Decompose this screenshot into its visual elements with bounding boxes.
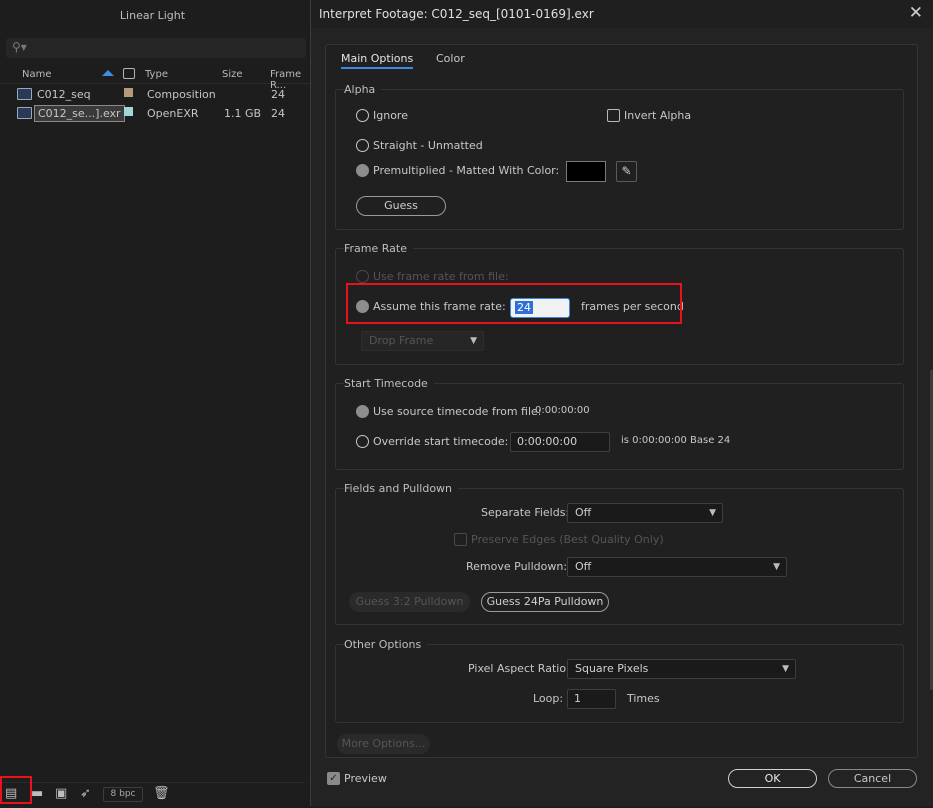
guess-button[interactable]: Guess xyxy=(356,196,446,216)
preview-label: Preview xyxy=(344,772,387,785)
cancel-button[interactable]: Cancel xyxy=(828,769,917,788)
use-source-timecode-label: Use source timecode from file: xyxy=(373,405,542,418)
item-size: 1.1 GB xyxy=(224,107,262,120)
chevron-down-icon: ▼ xyxy=(470,336,477,346)
pixel-aspect-ratio-label: Pixel Aspect Ratio: xyxy=(468,662,570,675)
label-tag-icon[interactable] xyxy=(123,68,135,79)
fields-pulldown-label: Fields and Pulldown xyxy=(344,482,459,495)
invert-alpha-label: Invert Alpha xyxy=(624,109,692,122)
dialog-title: Interpret Footage: C012_seq_[0101-0169].… xyxy=(319,7,594,21)
column-name[interactable]: Name xyxy=(22,69,52,80)
project-item-row[interactable]: C012_seq Composition 24 xyxy=(0,85,310,104)
ok-button[interactable]: OK xyxy=(728,769,817,788)
column-size[interactable]: Size xyxy=(222,69,243,80)
new-folder-icon[interactable]: ▬ xyxy=(31,786,43,801)
source-timecode-value: 0:00:00:00 xyxy=(535,405,590,416)
interpret-footage-dialog: Interpret Footage: C012_seq_[0101-0169].… xyxy=(310,0,933,806)
drop-frame-select[interactable]: Drop Frame ▼ xyxy=(361,331,484,351)
label-color-swatch[interactable] xyxy=(124,88,133,97)
straight-unmatted-label: Straight - Unmatted xyxy=(373,139,483,152)
start-timecode-label: Start Timecode xyxy=(344,377,434,390)
eyedropper-icon[interactable]: ✎ xyxy=(616,161,637,182)
separate-fields-label: Separate Fields: xyxy=(481,506,570,519)
trash-icon[interactable]: 🗑 xyxy=(153,786,170,801)
sort-ascending-icon[interactable] xyxy=(102,70,114,76)
premultiplied-radio[interactable] xyxy=(356,164,369,177)
preserve-edges-label: Preserve Edges (Best Quality Only) xyxy=(471,533,664,546)
timecode-info: is 0:00:00:00 Base 24 xyxy=(621,435,731,446)
footage-icon xyxy=(17,107,32,119)
pixel-aspect-ratio-select[interactable]: Square Pixels ▼ xyxy=(567,659,796,679)
preview-checkbox[interactable]: ✓ xyxy=(327,772,340,785)
highlight-box-frame-rate xyxy=(346,283,682,324)
guess-32-pulldown-button[interactable]: Guess 3:2 Pulldown xyxy=(349,592,470,612)
item-name: C012_se...].exr xyxy=(34,105,125,122)
search-icon: ⚲▾ xyxy=(12,40,27,54)
project-column-header: Name Type Size Frame R... xyxy=(0,66,310,91)
override-timecode-radio[interactable] xyxy=(356,435,369,448)
drop-frame-value: Drop Frame xyxy=(369,334,434,347)
preserve-edges-checkbox[interactable] xyxy=(454,533,467,546)
project-bottom-toolbar: ▤ ▬ ▣ ➶ 8 bpc 🗑 xyxy=(0,782,305,804)
label-color-swatch[interactable] xyxy=(124,107,133,116)
remove-pulldown-select[interactable]: Off ▼ xyxy=(567,557,787,577)
item-name: C012_seq xyxy=(37,88,91,101)
separate-fields-value: Off xyxy=(575,506,592,519)
chevron-down-icon: ▼ xyxy=(773,562,780,572)
dialog-titlebar: Interpret Footage: C012_seq_[0101-0169].… xyxy=(311,0,933,28)
loop-label: Loop: xyxy=(533,692,564,705)
guess-24pa-pulldown-button[interactable]: Guess 24Pa Pulldown xyxy=(481,592,609,612)
chevron-down-icon: ▼ xyxy=(709,508,716,518)
render-queue-icon[interactable]: ➶ xyxy=(80,786,91,801)
other-options-group xyxy=(335,644,904,723)
tab-main-options[interactable]: Main Options xyxy=(341,52,414,69)
use-source-timecode-radio[interactable] xyxy=(356,405,369,418)
project-search-input[interactable]: ⚲▾ xyxy=(6,38,306,58)
alpha-label: Alpha xyxy=(344,83,382,96)
separate-fields-select[interactable]: Off ▼ xyxy=(567,503,723,523)
highlight-box-interpret-footage xyxy=(0,776,32,804)
tab-color[interactable]: Color xyxy=(436,52,465,65)
matte-color-swatch[interactable] xyxy=(566,161,606,182)
more-options-button[interactable]: More Options... xyxy=(337,734,430,754)
new-composition-icon[interactable]: ▣ xyxy=(55,786,67,801)
project-panel: Linear Light ⚲▾ Name Type Size Frame R..… xyxy=(0,0,310,808)
straight-unmatted-radio[interactable] xyxy=(356,139,369,152)
loop-input[interactable]: 1 xyxy=(567,689,616,709)
override-timecode-label: Override start timecode: xyxy=(373,435,509,448)
invert-alpha-checkbox[interactable] xyxy=(607,109,620,122)
start-timecode-group xyxy=(335,383,904,470)
use-file-frame-rate-label: Use frame rate from file: xyxy=(373,270,509,283)
remove-pulldown-label: Remove Pulldown: xyxy=(466,560,568,573)
override-timecode-input[interactable]: 0:00:00:00 xyxy=(510,432,610,452)
premultiplied-label: Premultiplied - Matted With Color: xyxy=(373,164,560,177)
project-panel-title: Linear Light xyxy=(119,9,186,22)
times-label: Times xyxy=(627,692,660,705)
frame-rate-label: Frame Rate xyxy=(344,242,413,255)
bit-depth-button[interactable]: 8 bpc xyxy=(103,787,143,802)
other-options-label: Other Options xyxy=(344,638,428,651)
project-item-row-selected[interactable]: C012_se...].exr OpenEXR 1.1 GB 24 xyxy=(0,104,310,123)
use-file-frame-rate-radio[interactable] xyxy=(356,270,369,283)
remove-pulldown-value: Off xyxy=(575,560,592,573)
composition-icon xyxy=(17,88,32,100)
close-icon[interactable]: ✕ xyxy=(909,3,923,23)
chevron-down-icon: ▼ xyxy=(782,664,789,674)
column-type[interactable]: Type xyxy=(145,69,168,80)
ignore-label: Ignore xyxy=(373,109,408,122)
item-type: OpenEXR xyxy=(147,107,199,120)
item-frame-rate: 24 xyxy=(271,107,285,120)
ignore-radio[interactable] xyxy=(356,109,369,122)
pixel-aspect-ratio-value: Square Pixels xyxy=(575,662,649,675)
item-frame-rate: 24 xyxy=(271,88,285,101)
item-type: Composition xyxy=(147,88,216,101)
